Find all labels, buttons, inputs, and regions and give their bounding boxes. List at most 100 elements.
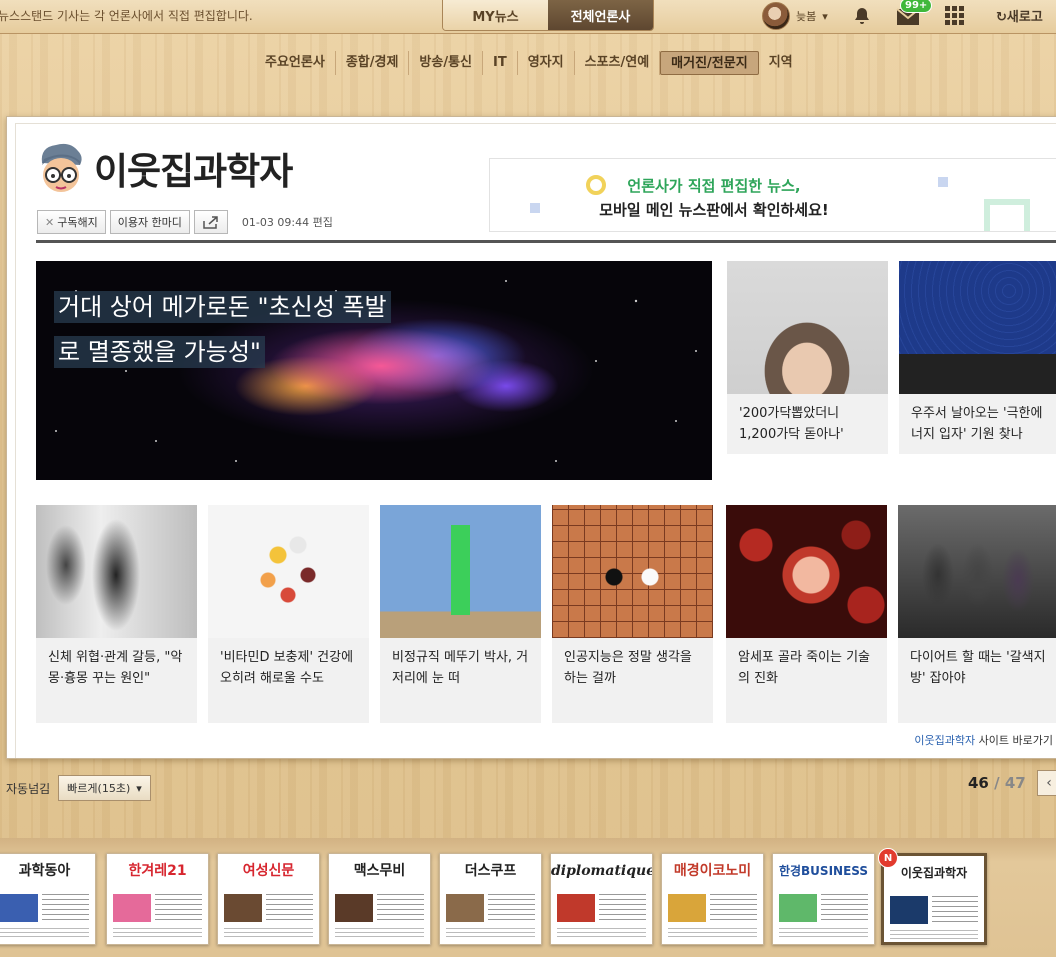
- apps-grid-icon[interactable]: [944, 5, 964, 25]
- site-shortcut-link[interactable]: 이웃집과학자 사이트 바로가기: [914, 732, 1053, 748]
- magazine-name: 매경이코노미: [673, 863, 752, 879]
- category-item[interactable]: 영자지: [518, 51, 575, 75]
- article-thumbnail: [552, 505, 713, 638]
- headline-line-1: 거대 상어 메가로돈 "초신성 폭발: [54, 291, 391, 323]
- side-article-card[interactable]: 우주서 날아오는 '극한에너지 입자' 기원 찾나: [899, 261, 1056, 454]
- magazine-text-lines: [779, 928, 868, 940]
- bell-icon[interactable]: [852, 6, 872, 26]
- tab-my-news[interactable]: MY뉴스: [443, 0, 548, 30]
- headline-title: 거대 상어 메가로돈 "초신성 폭발 로 멸종했을 가능성": [54, 285, 391, 375]
- magazine-text-lines: [113, 928, 202, 940]
- decor-square: [938, 177, 948, 187]
- mail-count-badge: 99+: [900, 0, 933, 13]
- unsubscribe-button[interactable]: ✕ 구독해지: [37, 210, 106, 234]
- site-link-label: 사이트 바로가기: [978, 734, 1053, 747]
- magazine-text-lines: [155, 894, 202, 922]
- user-menu[interactable]: 늦봄 ▾: [762, 2, 828, 30]
- current-page: 46: [968, 774, 989, 792]
- headline-article[interactable]: 거대 상어 메가로돈 "초신성 폭발 로 멸종했을 가능성": [36, 261, 712, 480]
- magazine-name: 맥스무비: [353, 863, 406, 879]
- press-actions: ✕ 구독해지 이용자 한마디 01-03 09:44 편집: [37, 210, 333, 234]
- magazine-thumb[interactable]: diplomatique: [550, 853, 653, 945]
- category-item-active[interactable]: 매거진/전문지: [660, 51, 759, 75]
- speed-select[interactable]: 빠르게(15초) ▾: [58, 775, 151, 801]
- article-title: '200가닥뽑았더니 1,200가닥 돋아나': [739, 406, 844, 442]
- view-tabs: MY뉴스 전체언론사: [442, 0, 654, 31]
- category-item[interactable]: 방송/통신: [409, 51, 483, 75]
- magazine-name: 한겨레21: [128, 863, 187, 879]
- share-button[interactable]: [193, 210, 228, 234]
- tab-all-press[interactable]: 전체언론사: [548, 0, 653, 30]
- magazine-cover-image: [446, 894, 484, 922]
- magazine-text-lines: [890, 930, 978, 942]
- page-indicator: 46 / 47: [968, 774, 1026, 792]
- magazine-thumb[interactable]: 더스쿠프: [439, 853, 542, 945]
- article-thumbnail: [208, 505, 369, 638]
- article-title: '비타민D 보충제' 건강에 오히려 해로울 수도: [220, 650, 354, 686]
- article-thumbnail: [726, 505, 887, 638]
- scientist-face-icon: [41, 143, 82, 192]
- decor-frame: [984, 199, 1030, 231]
- close-icon: ✕: [45, 215, 55, 229]
- magazine-thumb[interactable]: 한겨레21: [106, 853, 209, 945]
- refresh-icon: ↻: [996, 10, 1007, 25]
- magazine-text-lines: [821, 894, 868, 922]
- magazine-thumb[interactable]: 여성신문: [217, 853, 320, 945]
- article-thumbnail: [36, 505, 197, 638]
- magazine-thumb[interactable]: 과학동아: [0, 853, 96, 945]
- article-card[interactable]: 비정규직 메뚜기 박사, 거저리에 눈 떠: [380, 505, 541, 723]
- article-thumbnail: [727, 261, 888, 394]
- user-name: 늦봄: [796, 10, 817, 23]
- mobile-promo-banner[interactable]: 언론사가 직접 편집한 뉴스, 모바일 메인 뉴스판에서 확인하세요!: [489, 158, 1056, 232]
- magazine-text-lines: [710, 894, 757, 922]
- article-card[interactable]: 다이어트 할 때는 '갈색지방' 잡아야: [898, 505, 1056, 723]
- magazine-name: 이웃집과학자: [900, 866, 968, 880]
- refresh-button[interactable]: ↻새로고: [996, 6, 1043, 25]
- share-icon: [203, 216, 218, 229]
- total-pages: 47: [1004, 774, 1026, 792]
- category-item[interactable]: 종합/경제: [336, 51, 410, 75]
- magazine-thumb[interactable]: 한경BUSINESS: [772, 853, 875, 945]
- new-badge: N: [878, 848, 898, 868]
- magazine-name: diplomatique: [551, 863, 652, 879]
- magazine-thumb[interactable]: 매경이코노미: [661, 853, 764, 945]
- prev-page-button[interactable]: ‹: [1037, 770, 1056, 796]
- category-item[interactable]: IT: [483, 51, 518, 75]
- magazine-text-lines: [377, 894, 424, 922]
- magazine-cover-image: [557, 894, 595, 922]
- feedback-button[interactable]: 이용자 한마디: [109, 210, 190, 234]
- header-divider: [36, 240, 1056, 243]
- article-title: 인공지능은 정말 생각을 하는 걸까: [564, 650, 692, 686]
- category-nav: 주요언론사 종합/경제 방송/통신 IT 영자지 스포츠/연예 매거진/전문지 …: [255, 51, 803, 75]
- magazine-cover-image: [335, 894, 373, 922]
- magazine-text-lines: [668, 928, 757, 940]
- category-item[interactable]: 지역: [759, 51, 803, 75]
- magazine-text-lines: [266, 894, 313, 922]
- magazine-text-lines: [557, 928, 646, 940]
- magazine-cover-image: [779, 894, 817, 922]
- category-item[interactable]: 스포츠/연예: [575, 51, 661, 75]
- article-thumbnail: [380, 505, 541, 638]
- magazine-text-lines: [224, 928, 313, 940]
- magazine-name: 과학동아: [18, 863, 71, 879]
- magazine-thumb-selected[interactable]: 이웃집과학자: [881, 853, 987, 945]
- article-card[interactable]: 인공지능은 정말 생각을 하는 걸까: [552, 505, 713, 723]
- magazine-text-lines: [335, 928, 424, 940]
- article-title: 신체 위협·관계 갈등, "악몽·흉몽 꾸는 원인": [48, 650, 183, 686]
- article-card[interactable]: '비타민D 보충제' 건강에 오히려 해로울 수도: [208, 505, 369, 723]
- article-thumbnail: [898, 505, 1056, 638]
- magazine-cover-image: [224, 894, 262, 922]
- notice-text: 뉴스스탠드 기사는 각 언론사에서 직접 편집합니다.: [0, 9, 253, 23]
- category-item[interactable]: 주요언론사: [255, 51, 336, 75]
- magazine-cover-image: [668, 894, 706, 922]
- magazine-thumb[interactable]: 맥스무비: [328, 853, 431, 945]
- side-article-card[interactable]: '200가닥뽑았더니 1,200가닥 돋아나': [727, 261, 888, 454]
- article-card[interactable]: 암세포 골라 죽이는 기술의 진화: [726, 505, 887, 723]
- auto-flip-control: 자동넘김 빠르게(15초) ▾: [6, 775, 151, 801]
- chevron-down-icon: ▾: [822, 9, 828, 23]
- article-card[interactable]: 신체 위협·관계 갈등, "악몽·흉몽 꾸는 원인": [36, 505, 197, 723]
- chevron-left-icon: ‹: [1046, 775, 1052, 791]
- speed-value: 빠르게(15초): [67, 782, 131, 795]
- magazine-cover-image: [0, 894, 38, 922]
- press-logo[interactable]: 이웃집과학자: [36, 141, 293, 195]
